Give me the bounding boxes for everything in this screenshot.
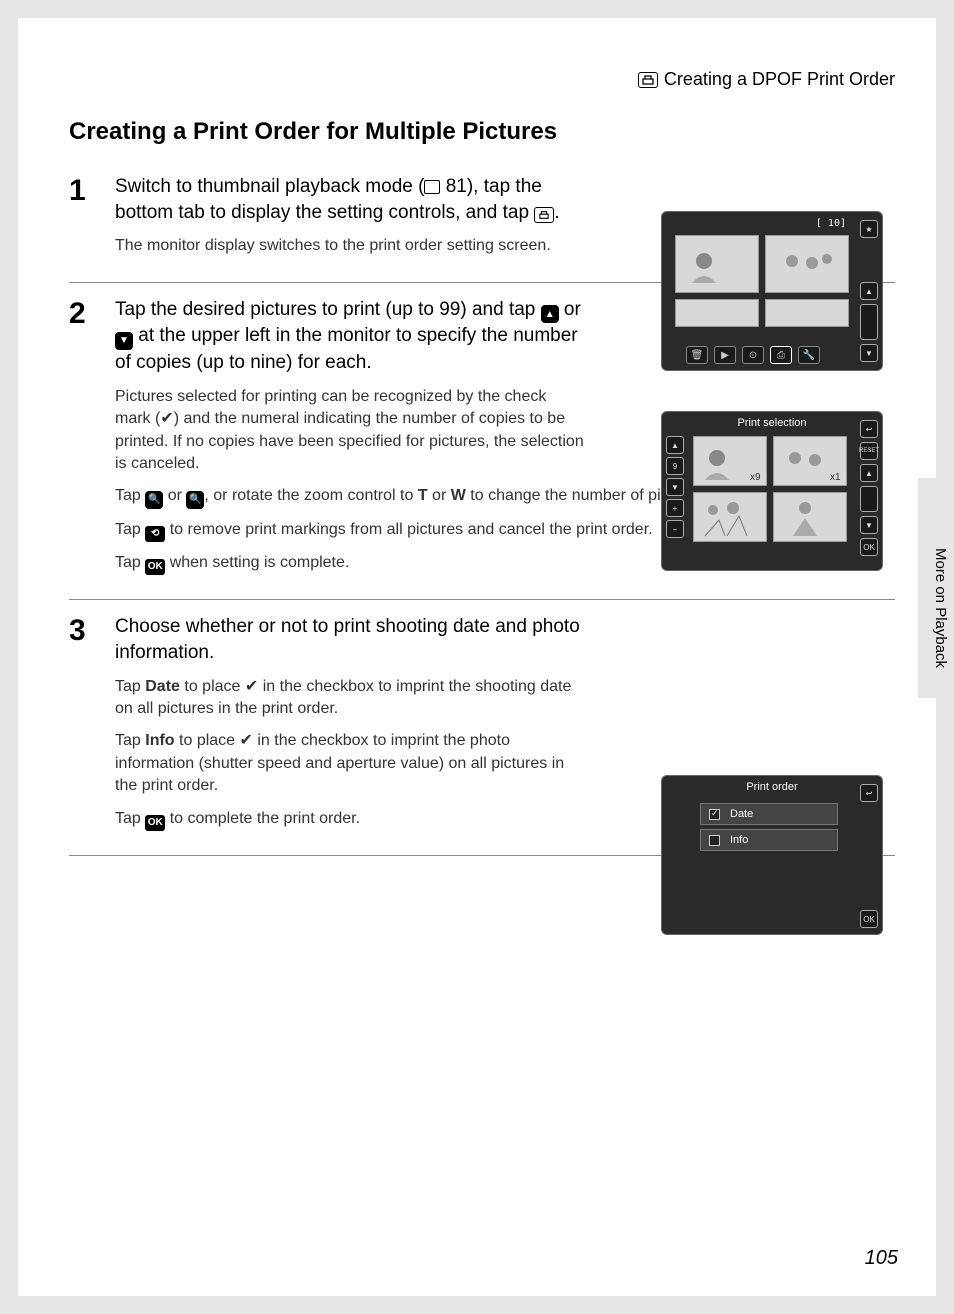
bottom-toolbar: 🗑 ▶ ⊙ ⎙ 🔧: [686, 346, 820, 364]
step-2-heading: Tap the desired pictures to print (up to…: [115, 297, 585, 376]
down-arrow-icon: ▼: [115, 332, 133, 350]
thumbnail: [773, 492, 847, 542]
step-number: 3: [69, 614, 115, 646]
ok-button: OK: [860, 538, 878, 556]
thumbnail-selected: x1: [773, 436, 847, 486]
thumbnail: [765, 235, 849, 293]
camera-screen-print-selection: Print selection ▲ 9 ▼ + − x9 x1 ↩ RESET …: [661, 411, 883, 571]
reset-icon: ⟲: [145, 526, 165, 542]
frame-counter: [ 10]: [816, 218, 846, 229]
back-icon: ↩: [860, 784, 878, 802]
slideshow-icon: ▶: [714, 346, 736, 364]
back-icon: ↩: [860, 420, 878, 438]
step-3-heading: Choose whether or not to print shooting …: [115, 614, 585, 665]
step-1-note: The monitor display switches to the prin…: [115, 235, 585, 257]
thumbnail: [693, 492, 767, 542]
check-icon: ✔: [240, 732, 253, 749]
scrollbar: [860, 304, 878, 340]
reset-button: RESET: [860, 442, 878, 460]
screen-title: Print order: [662, 776, 882, 793]
scroll-down-icon: ▼: [860, 516, 878, 534]
up-arrow-icon: ▲: [541, 305, 559, 323]
option-info: Info: [700, 829, 838, 851]
camera-screen-thumbnails: [ 10] 🗑 ▶ ⊙ ⎙ 🔧 ★ ▲ ▼: [661, 211, 883, 371]
thumbnail: [675, 235, 759, 293]
thumbnail-selected: x9: [693, 436, 767, 486]
step-number: 2: [69, 297, 115, 329]
star-icon: ★: [860, 220, 878, 238]
trash-icon: 🗑: [686, 346, 708, 364]
svg-text:x9: x9: [750, 472, 761, 483]
option-date: Date: [700, 803, 838, 825]
step-1-heading: Switch to thumbnail playback mode ( 81),…: [115, 174, 585, 225]
scroll-up-icon: ▲: [860, 464, 878, 482]
down-arrow-icon: ▼: [666, 478, 684, 496]
step-2-note-1: Pictures selected for printing can be re…: [115, 386, 585, 476]
page-number: 105: [865, 1247, 898, 1270]
setup-icon: 🔧: [798, 346, 820, 364]
ok-button: OK: [860, 910, 878, 928]
protect-icon: ⊙: [742, 346, 764, 364]
zoom-out-icon: −: [666, 520, 684, 538]
checkbox-icon: [709, 835, 720, 846]
check-icon: ✔: [245, 678, 258, 695]
screen-title: Print selection: [662, 412, 882, 429]
copy-count: 9: [666, 457, 684, 475]
step-number: 1: [69, 174, 115, 206]
zoom-in-icon: 🔍: [145, 491, 163, 509]
scrollbar: [860, 486, 878, 512]
ok-icon: OK: [145, 815, 165, 831]
print-order-icon: [638, 72, 658, 88]
checkbox-checked-icon: [709, 809, 720, 820]
up-arrow-icon: ▲: [666, 436, 684, 454]
step-3-note-3: Tap OK to complete the print order.: [115, 808, 585, 831]
zoom-out-icon: 🔍: [186, 491, 204, 509]
step-3-note-2: Tap Info to place ✔ in the checkbox to i…: [115, 730, 585, 797]
ok-icon: OK: [145, 559, 165, 575]
page-title: Creating a Print Order for Multiple Pict…: [69, 118, 895, 146]
section-label: More on Playback: [932, 548, 949, 668]
breadcrumb-text: Creating a DPOF Print Order: [664, 69, 895, 90]
page-ref-icon: [424, 180, 440, 194]
thumbnail: [765, 299, 849, 327]
print-set-icon: ⎙: [770, 346, 792, 364]
thumbnail: [675, 299, 759, 327]
step-3-note-1: Tap Date to place ✔ in the checkbox to i…: [115, 676, 585, 721]
scroll-up-icon: ▲: [860, 282, 878, 300]
camera-screen-print-order: Print order Date Info ↩ OK: [661, 775, 883, 935]
scroll-down-icon: ▼: [860, 344, 878, 362]
manual-page: Creating a DPOF Print Order Creating a P…: [18, 18, 936, 1296]
svg-text:x1: x1: [830, 472, 841, 483]
print-set-icon: [534, 207, 554, 223]
page-header: Creating a DPOF Print Order: [69, 69, 895, 90]
zoom-in-icon: +: [666, 499, 684, 517]
